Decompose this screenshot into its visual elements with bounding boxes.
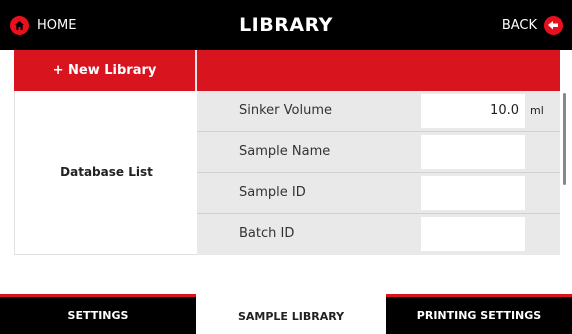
field-row-sample-name: Sample Name <box>197 132 560 173</box>
back-label: BACK <box>501 17 537 33</box>
fields-scrollbar[interactable] <box>563 93 566 185</box>
sample-name-input[interactable] <box>421 135 525 169</box>
database-list[interactable]: Database List <box>14 91 197 255</box>
tab-printing-settings[interactable]: PRINTING SETTINGS <box>386 297 572 334</box>
field-row-sample-id: Sample ID <box>197 173 560 214</box>
sample-id-label: Sample ID <box>239 185 306 200</box>
tab-sample-library[interactable]: SAMPLE LIBRARY <box>196 294 386 334</box>
sinker-volume-input[interactable]: 10.0 <box>421 94 525 128</box>
home-icon <box>10 15 29 35</box>
page-title: LIBRARY <box>239 14 333 36</box>
new-library-button[interactable]: + New Library <box>14 50 195 91</box>
tab-settings[interactable]: SETTINGS <box>0 297 196 334</box>
home-button[interactable]: HOME <box>10 13 76 37</box>
field-row-sinker-volume: Sinker Volume 10.0 ml <box>197 91 560 132</box>
sinker-volume-unit: ml <box>530 104 544 117</box>
sinker-volume-label: Sinker Volume <box>239 103 332 118</box>
bottom-tab-bar: SETTINGS SAMPLE LIBRARY PRINTING SETTING… <box>0 294 572 334</box>
library-fields-panel: Sinker Volume 10.0 ml Sample Name Sample… <box>197 91 560 255</box>
database-list-label: Database List <box>60 165 153 179</box>
back-arrow-icon <box>544 15 563 35</box>
batch-id-label: Batch ID <box>239 226 295 241</box>
home-label: HOME <box>37 17 77 33</box>
fields-header-band <box>197 50 560 91</box>
top-bar: HOME LIBRARY BACK <box>0 0 572 50</box>
batch-id-input[interactable] <box>421 217 525 251</box>
back-button[interactable]: BACK <box>502 13 563 37</box>
sample-id-input[interactable] <box>421 176 525 210</box>
field-row-batch-id: Batch ID <box>197 214 560 255</box>
sample-name-label: Sample Name <box>239 144 331 159</box>
